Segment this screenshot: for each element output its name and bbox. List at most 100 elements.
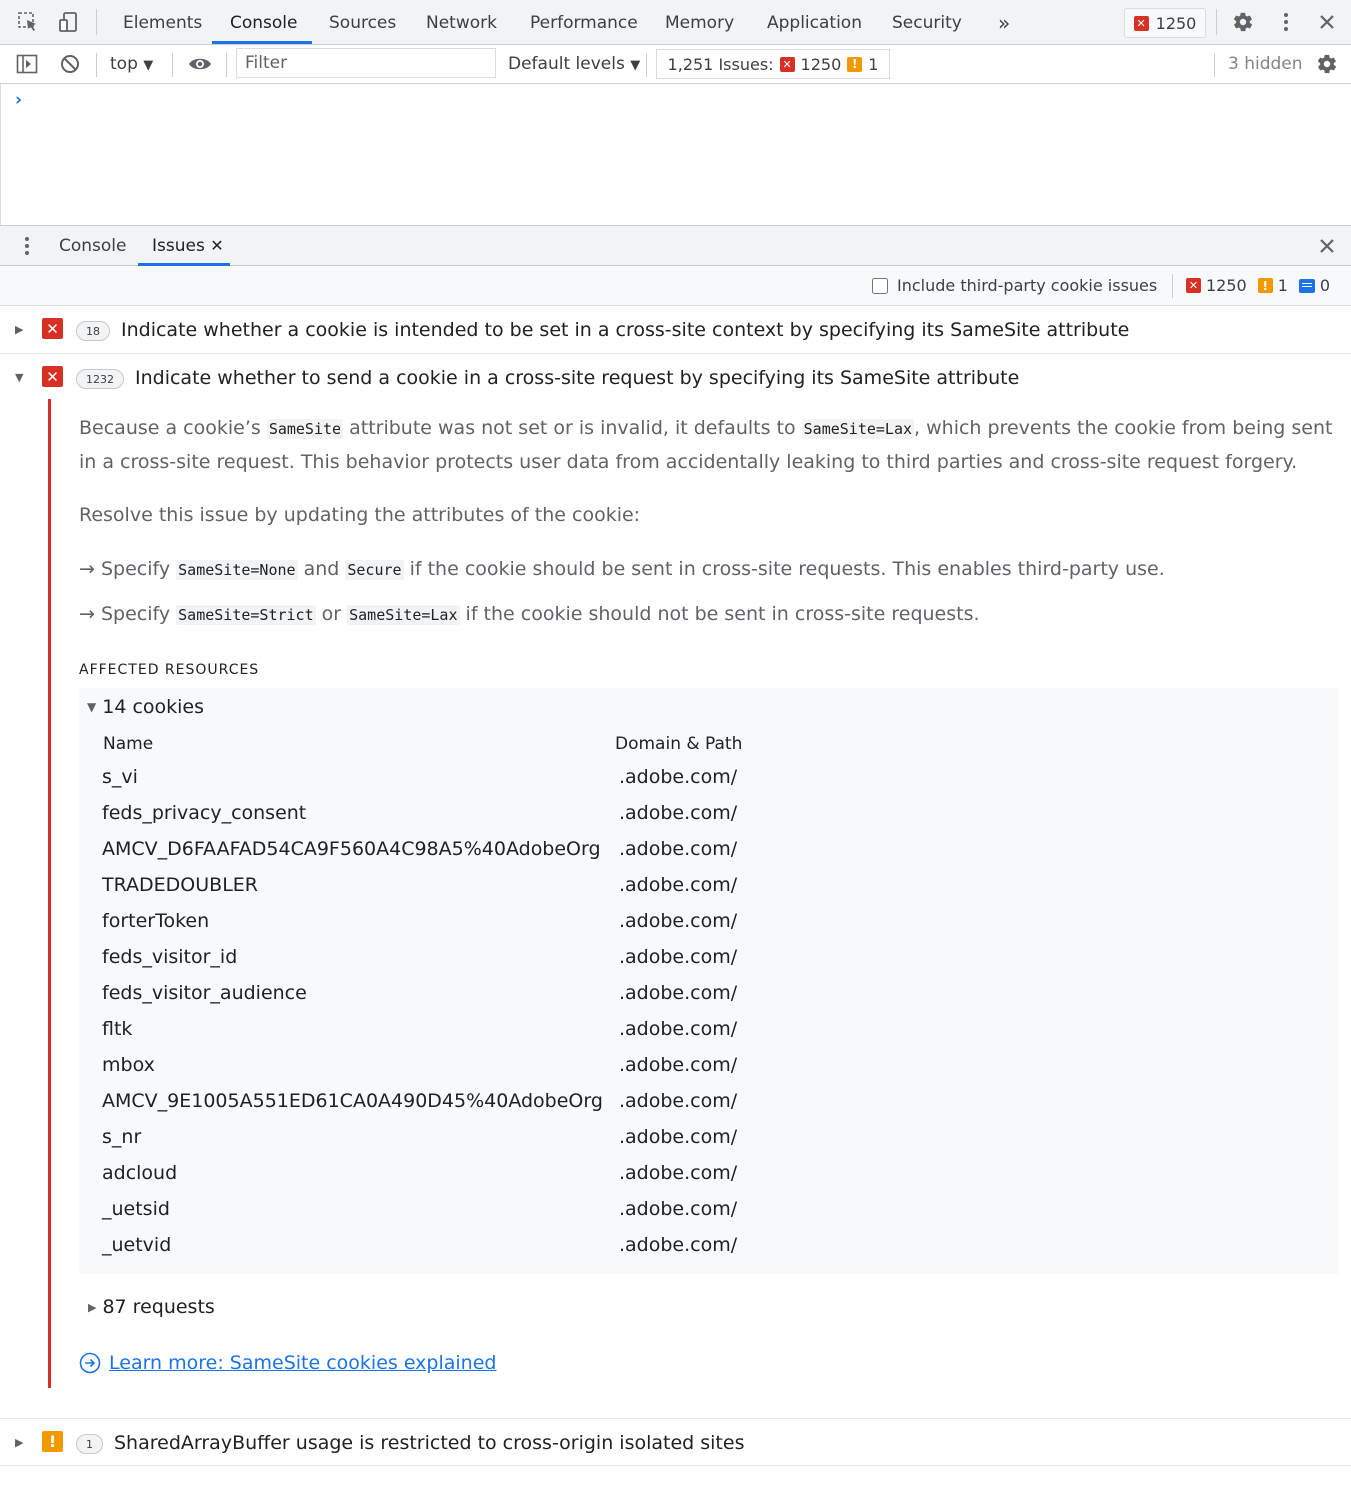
close-devtools-icon[interactable] — [1315, 0, 1339, 44]
cookie-row[interactable]: s_nr .adobe.com/ — [79, 1119, 879, 1155]
cookie-domain: .adobe.com/ — [619, 874, 738, 896]
code: SameSite=Strict — [176, 605, 316, 625]
include-third-party-checkbox[interactable] — [872, 277, 888, 294]
error-count-badge[interactable]: ✕ 1250 — [1124, 8, 1206, 38]
live-expression-eye-icon[interactable] — [186, 45, 214, 83]
expand-triangle-icon[interactable]: ▶ — [15, 306, 27, 353]
warning-icon: ! — [1257, 278, 1273, 293]
warning-count: 1 — [1277, 276, 1288, 295]
cookie-domain: .adobe.com/ — [619, 946, 738, 968]
tab-memory[interactable]: Memory — [665, 0, 734, 44]
console-prompt-chevron-icon[interactable]: › — [15, 90, 22, 110]
cookie-row[interactable]: mbox .adobe.com/ — [79, 1047, 879, 1083]
tab-network[interactable]: Network — [426, 0, 497, 44]
cookie-domain: .adobe.com/ — [619, 1126, 738, 1148]
cookie-row[interactable]: forterToken .adobe.com/ — [79, 903, 879, 939]
kebab-menu-icon[interactable] — [1276, 0, 1296, 44]
cookie-row[interactable]: _uetsid .adobe.com/ — [79, 1191, 879, 1227]
text: if the cookie should be sent in cross-si… — [403, 558, 1165, 580]
cookie-name: forterToken — [102, 910, 210, 932]
affected-resources-heading: AFFECTED RESOURCES — [79, 662, 260, 678]
expand-triangle-icon: ▶ — [88, 1300, 97, 1314]
error-icon: ✕ — [42, 366, 63, 387]
active-tab-indicator — [212, 41, 312, 44]
affected-cookies-panel: ▼ 14 cookies Name Domain & Path s_vi .ado… — [79, 688, 1339, 1274]
close-drawer-icon[interactable] — [1319, 238, 1335, 258]
error-count: 1250 — [1155, 13, 1197, 33]
cookie-domain: .adobe.com/ — [619, 1054, 738, 1076]
cookie-domain: .adobe.com/ — [619, 838, 738, 860]
console-output[interactable]: › — [0, 84, 1351, 225]
console-settings-gear-icon[interactable] — [1314, 45, 1340, 83]
close-tab-icon[interactable]: ✕ — [210, 236, 223, 255]
cookie-row[interactable]: s_vi .adobe.com/ — [79, 759, 879, 795]
issue-row[interactable]: ▶ ! 1 SharedArrayBuffer usage is restric… — [0, 1418, 1351, 1466]
info-count: 0 — [1319, 276, 1331, 295]
resolve-text: Resolve this issue by updating the attri… — [79, 504, 641, 526]
tab-security[interactable]: Security — [892, 0, 962, 44]
issues-warning-count: 1 — [868, 54, 879, 74]
code: SameSite=Lax — [347, 605, 460, 625]
issue-title: SharedArrayBuffer usage is restricted to… — [114, 1432, 745, 1454]
issues-counter-button[interactable]: 1,251 Issues: ✕ 1250 ! 1 — [656, 49, 890, 79]
cookie-name: feds_visitor_audience — [102, 982, 307, 1004]
drawer-tab-issues-label: Issues — [152, 236, 205, 256]
clear-console-icon[interactable] — [58, 45, 82, 83]
column-header-domain: Domain & Path — [615, 734, 743, 754]
cookie-name: _uetsid — [102, 1198, 170, 1220]
resolve-option-1: → Specify SameSite=None and Secure if th… — [79, 553, 1165, 587]
log-levels-dropdown[interactable]: Default levels ▼ — [508, 45, 640, 83]
sidebar-toggle-icon[interactable] — [14, 45, 40, 83]
cookie-name: feds_visitor_id — [102, 946, 238, 968]
cookie-row[interactable]: feds_privacy_consent .adobe.com/ — [79, 795, 879, 831]
tab-elements[interactable]: Elements — [123, 0, 202, 44]
dropdown-arrow-icon: ▼ — [630, 58, 641, 73]
resolve-option-2: → Specify SameSite=Strict or SameSite=La… — [79, 598, 980, 632]
issue-row[interactable]: ▶ ✕ 18 Indicate whether a cookie is inte… — [0, 306, 1351, 354]
tab-console[interactable]: Console — [230, 0, 298, 44]
cookie-domain: .adobe.com/ — [619, 1234, 738, 1256]
cookie-domain: .adobe.com/ — [619, 766, 738, 788]
drawer-tab-bar: Console Issues ✕ — [0, 225, 1351, 266]
drawer-tab-issues[interactable]: Issues ✕ — [152, 226, 224, 266]
issue-title: Indicate whether to send a cookie in a c… — [135, 367, 1020, 389]
cookie-row[interactable]: fltk .adobe.com/ — [79, 1011, 879, 1047]
inspect-element-icon[interactable] — [14, 0, 42, 44]
cookie-name: adcloud — [102, 1162, 178, 1184]
drawer-menu-kebab-icon[interactable] — [24, 236, 30, 260]
error-icon: ✕ — [1133, 15, 1149, 31]
cookies-toggle[interactable]: ▼ 14 cookies — [87, 696, 204, 718]
tab-sources[interactable]: Sources — [329, 0, 396, 44]
requests-toggle[interactable]: ▶ 87 requests — [88, 1296, 215, 1318]
cookie-row[interactable]: adcloud .adobe.com/ — [79, 1155, 879, 1191]
cookie-row[interactable]: TRADEDOUBLER .adobe.com/ — [79, 867, 879, 903]
include-third-party-option[interactable]: Include third-party cookie issues — [872, 266, 1157, 305]
issue-title: Indicate whether a cookie is intended to… — [121, 319, 1130, 341]
tab-application[interactable]: Application — [767, 0, 862, 44]
learn-more-link[interactable]: Learn more: SameSite cookies explained — [79, 1352, 496, 1374]
device-toolbar-icon[interactable] — [54, 0, 82, 44]
issue-count-pill: 1232 — [76, 369, 124, 389]
tab-performance[interactable]: Performance — [530, 0, 638, 44]
more-tabs-icon[interactable]: » — [998, 0, 1010, 44]
warning-icon: ! — [847, 56, 863, 72]
filter-input[interactable] — [236, 48, 496, 78]
context-label: top — [110, 54, 138, 74]
issue-row-expanded[interactable]: ▼ ✕ 1232 Indicate whether to send a cook… — [0, 354, 1351, 402]
cookie-row[interactable]: _uetvid .adobe.com/ — [79, 1227, 879, 1263]
cookie-row[interactable]: AMCV_9E1005A551ED61CA0A490D45%40AdobeOrg… — [79, 1083, 879, 1119]
context-selector[interactable]: top ▼ — [110, 45, 153, 83]
cookie-name: s_vi — [102, 766, 138, 788]
separator — [226, 53, 227, 77]
cookie-row[interactable]: feds_visitor_audience .adobe.com/ — [79, 975, 879, 1011]
cookie-domain: .adobe.com/ — [619, 910, 738, 932]
arrow-circle-icon — [79, 1352, 101, 1374]
cookie-row[interactable]: feds_visitor_id .adobe.com/ — [79, 939, 879, 975]
separator — [96, 53, 97, 77]
cookie-row[interactable]: AMCV_D6FAAFAD54CA9F560A4C98A5%40AdobeOrg… — [79, 831, 879, 867]
expand-triangle-icon[interactable]: ▶ — [15, 1419, 27, 1466]
collapse-triangle-icon[interactable]: ▼ — [15, 354, 27, 401]
drawer-tab-console[interactable]: Console — [59, 226, 127, 266]
learn-more-text[interactable]: Learn more: SameSite cookies explained — [109, 1352, 496, 1374]
settings-gear-icon[interactable] — [1230, 0, 1256, 44]
